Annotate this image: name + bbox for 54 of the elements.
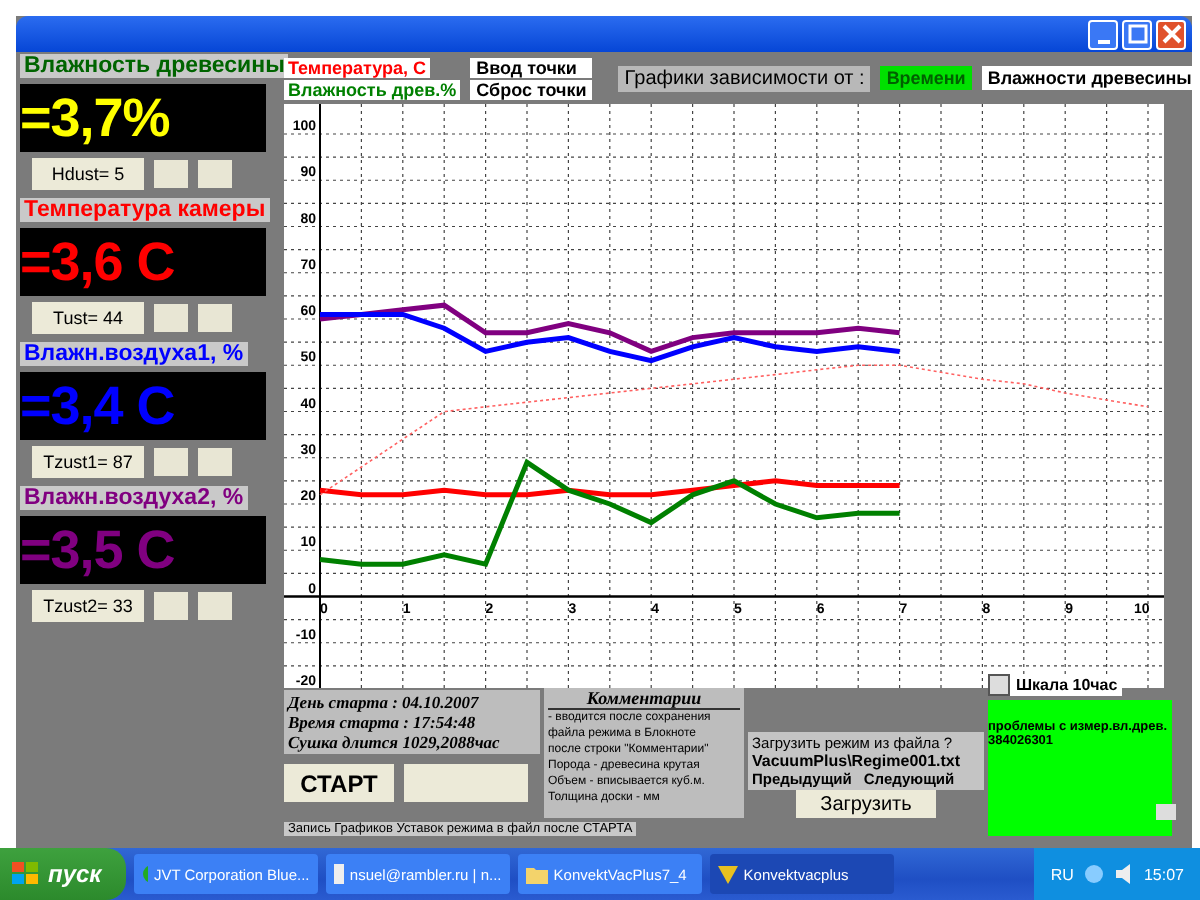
sensor-value: =3,6 C bbox=[20, 231, 175, 293]
legend-label[interactable]: Влажность древ.% bbox=[284, 79, 461, 99]
document-icon bbox=[333, 864, 344, 884]
setpoint-field[interactable]: Tzust2= 33 bbox=[32, 590, 144, 622]
blank-button[interactable] bbox=[198, 160, 232, 188]
maximize-button[interactable] bbox=[1122, 19, 1152, 49]
info-text: День старта : 04.10.2007 bbox=[288, 692, 481, 712]
legend-label[interactable]: Температура, С bbox=[284, 57, 431, 77]
scale-checkbox[interactable]: Шкала 10час bbox=[988, 674, 1122, 696]
graph-mode-button[interactable]: Влажности древесины bbox=[981, 66, 1198, 90]
close-icon bbox=[1161, 24, 1181, 44]
checkbox[interactable] bbox=[988, 674, 1010, 696]
graph-by-label: Графики зависимости от : bbox=[618, 65, 871, 91]
setpoint-field[interactable]: Tust= 44 bbox=[32, 302, 144, 334]
folder-icon bbox=[525, 865, 548, 883]
blank-button[interactable] bbox=[1156, 804, 1176, 820]
sensor-value: =3,7% bbox=[20, 87, 170, 149]
setpoint-field[interactable]: Hdust= 5 bbox=[32, 158, 144, 190]
start-button[interactable]: СТАРТ bbox=[284, 764, 394, 802]
file-name: VacuumPlus\Regime001.txt bbox=[752, 752, 963, 770]
setpoint-field[interactable]: Tzust1= 87 bbox=[32, 446, 144, 478]
sensor-title: Влажность древесины bbox=[20, 54, 289, 78]
point-button[interactable]: Сброс точки bbox=[470, 79, 593, 99]
clock: 15:07 bbox=[1143, 865, 1184, 883]
comments-title: Комментарии bbox=[548, 688, 740, 710]
blank-button[interactable] bbox=[154, 448, 188, 476]
app-icon bbox=[141, 864, 148, 884]
sensor-title: Влажн.воздуха2, % bbox=[20, 486, 248, 510]
speaker-icon[interactable] bbox=[1113, 864, 1134, 884]
close-button[interactable] bbox=[1156, 19, 1186, 49]
point-button[interactable]: Ввод точки bbox=[470, 57, 593, 77]
blank-button[interactable] bbox=[198, 592, 232, 620]
network-icon[interactable] bbox=[1083, 864, 1104, 884]
app-icon bbox=[717, 864, 738, 884]
load-button[interactable]: Загрузить bbox=[796, 790, 936, 818]
minimize-icon bbox=[1097, 39, 1109, 43]
sensor-value: =3,5 C bbox=[20, 519, 175, 581]
sensor-value: =3,4 C bbox=[20, 375, 175, 437]
info-text: Время старта : 17:54:48 bbox=[288, 712, 478, 732]
sensor-title: Температура камеры bbox=[20, 198, 270, 222]
start-menu-button[interactable]: пуск bbox=[0, 848, 126, 900]
blank-button[interactable] bbox=[154, 304, 188, 332]
input-field[interactable] bbox=[404, 764, 528, 802]
windows-logo-icon bbox=[12, 862, 40, 886]
info-text: Сушка длится 1029,2088час bbox=[288, 732, 502, 752]
blank-button[interactable] bbox=[198, 304, 232, 332]
sensor-title: Влажн.воздуха1, % bbox=[20, 342, 248, 366]
blank-button[interactable] bbox=[154, 592, 188, 620]
blank-button[interactable] bbox=[154, 160, 188, 188]
minimize-button[interactable] bbox=[1088, 19, 1118, 49]
blank-button[interactable] bbox=[198, 448, 232, 476]
scale-label: Шкала 10час bbox=[1016, 676, 1118, 694]
maximize-icon bbox=[1127, 24, 1147, 44]
graph-mode-button[interactable]: Времени bbox=[880, 66, 972, 90]
